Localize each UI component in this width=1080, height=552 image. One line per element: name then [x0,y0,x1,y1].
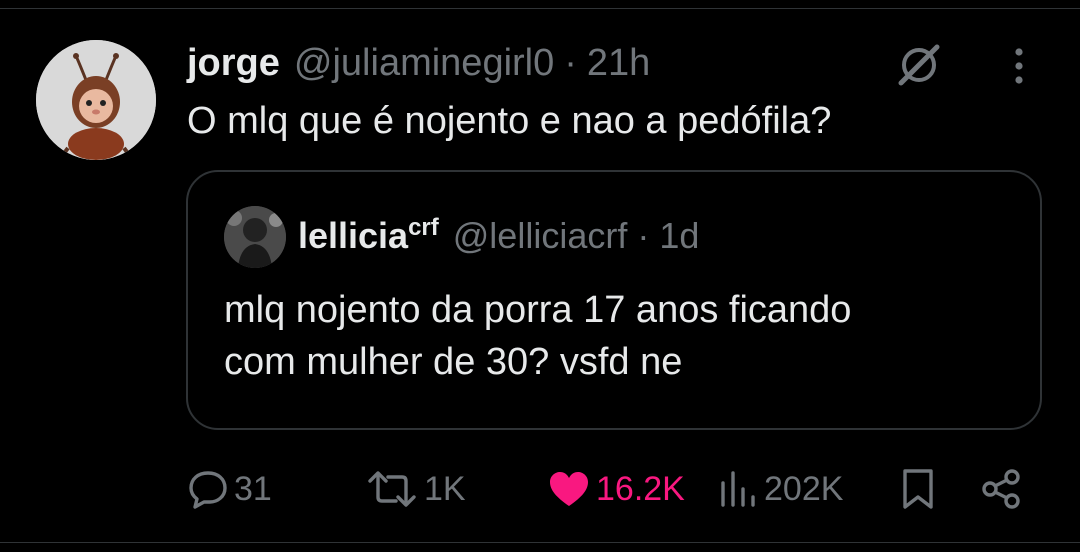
quoted-tweet[interactable]: lellicia crf @lelliciacrf · 1d mlq nojen… [186,170,1042,430]
more-options-button[interactable] [1004,44,1034,88]
reply-icon [189,471,227,509]
repost-button[interactable]: 1K [366,460,466,518]
views-button[interactable]: 202K [718,460,843,518]
ant-avatar-icon [36,40,156,160]
like-button[interactable]: 16.2K [548,460,685,518]
reply-count: 31 [234,469,272,508]
bookmark-icon [903,469,933,509]
grok-icon [898,44,940,86]
quoted-author-name[interactable]: lellicia [298,215,408,257]
heart-filled-icon [550,472,588,506]
reply-button[interactable]: 31 [188,460,272,518]
quoted-tweet-header: lellicia crf @lelliciacrf · 1d [298,206,699,266]
separator-dot: · [637,215,650,256]
views-bar-chart-icon [721,471,755,507]
like-count: 16.2K [596,469,685,508]
author-handle[interactable]: @juliaminegirl0 [294,42,554,85]
quoted-author-avatar[interactable] [224,206,286,268]
top-divider [0,8,1080,9]
bottom-divider [0,542,1080,543]
quoted-tweet-text: mlq nojento da porra 17 anos ficando com… [224,289,852,383]
tweet-header: jorge @juliaminegirl0 · 21h [187,38,650,88]
tweet-action-bar: 31 1K 16.2K 202K [0,460,1080,518]
grok-button[interactable] [893,42,945,88]
quoted-author-handle[interactable]: @lelliciacrf [453,215,628,257]
view-count: 202K [764,469,844,508]
tweet-text: O mlq que é nojento e nao a pedófila? [187,100,832,142]
profile-photo-icon [224,206,286,268]
separator-dot: · [564,41,577,84]
author-name[interactable]: jorge [187,42,280,85]
author-avatar[interactable] [36,40,156,160]
more-vertical-icon [1015,48,1023,84]
repost-icon [368,471,416,507]
repost-count: 1K [424,469,466,508]
tweet-timestamp[interactable]: 21h [587,42,650,85]
share-button[interactable] [980,460,1022,518]
quoted-author-name-superscript: crf [408,214,439,241]
share-icon [982,469,1020,509]
quoted-tweet-timestamp[interactable]: 1d [659,215,699,257]
bookmark-button[interactable] [900,460,936,518]
